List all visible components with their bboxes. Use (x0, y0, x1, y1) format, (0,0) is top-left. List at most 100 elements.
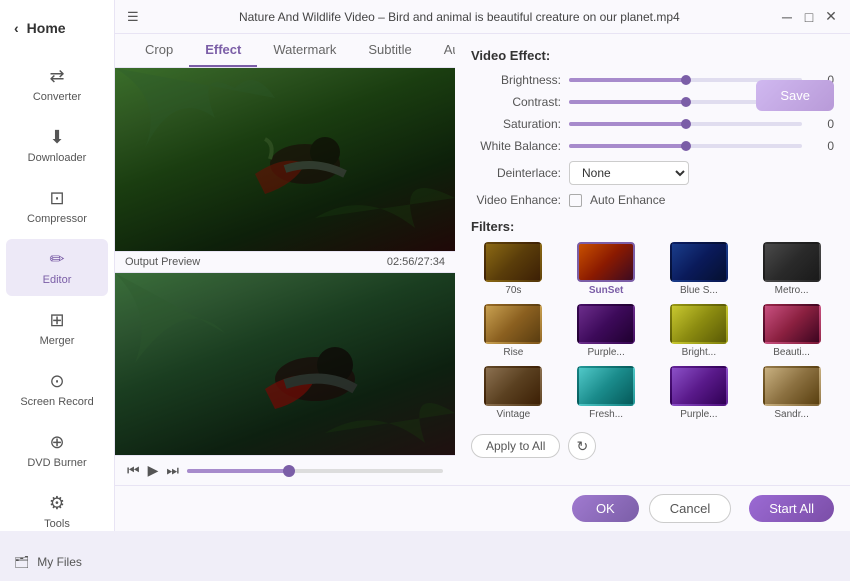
filter-sunset-thumb (577, 242, 635, 282)
minimize-button[interactable]: ─ (780, 10, 794, 24)
skip-back-button[interactable]: ⏮ (127, 462, 140, 479)
filter-beauti-label: Beauti... (773, 347, 810, 358)
video-enhance-label: Video Enhance: (471, 193, 561, 207)
hamburger-area: ☰ (127, 9, 139, 25)
editor-icon: ✏ (49, 249, 64, 270)
hamburger-icon[interactable]: ☰ (127, 9, 139, 25)
tab-effect[interactable]: Effect (189, 34, 257, 67)
tools-icon: ⚙ (49, 493, 65, 514)
cancel-button[interactable]: Cancel (649, 494, 731, 523)
dvd-burner-icon: ⊕ (49, 432, 64, 453)
deinterlace-select[interactable]: None Low Medium High (569, 161, 689, 185)
filter-bright[interactable]: Bright... (657, 304, 742, 358)
video-effect-label: Video Effect: (471, 48, 834, 63)
filter-70s[interactable]: 70s (471, 242, 556, 296)
white-balance-value: 0 (810, 139, 834, 153)
skip-forward-button[interactable]: ⏭ (166, 462, 179, 479)
sidebar-item-label: DVD Burner (27, 457, 86, 469)
progress-track[interactable] (187, 469, 443, 473)
filter-bright-label: Bright... (682, 347, 716, 358)
saturation-label: Saturation: (471, 117, 561, 131)
window-title: Nature And Wildlife Video – Bird and ani… (139, 10, 780, 24)
converter-icon: ⇄ (49, 66, 64, 87)
sidebar-item-label: Downloader (28, 152, 87, 164)
refresh-button[interactable]: ↻ (568, 432, 596, 460)
filter-vintage[interactable]: Vintage (471, 366, 556, 420)
tab-watermark[interactable]: Watermark (257, 34, 352, 67)
apply-to-all-button[interactable]: Apply to All (471, 434, 560, 458)
brightness-thumb[interactable] (681, 75, 691, 85)
sidebar-item-label: Editor (43, 274, 72, 286)
contrast-thumb[interactable] (681, 97, 691, 107)
transport-bar: ⏮ ▶ ⏭ (115, 455, 455, 485)
tab-subtitle[interactable]: Subtitle (352, 34, 427, 67)
filter-rise-label: Rise (503, 347, 523, 358)
output-preview-label: Output Preview (125, 256, 200, 268)
filter-fresh-thumb (577, 366, 635, 406)
contrast-label: Contrast: (471, 95, 561, 109)
sidebar-item-dvd-burner[interactable]: ⊕ DVD Burner (6, 422, 108, 479)
filter-bright-thumb (670, 304, 728, 344)
sidebar-item-label: Compressor (27, 213, 87, 225)
start-all-button[interactable]: Start All (749, 495, 834, 522)
save-area: Save (756, 80, 834, 111)
apply-row: Apply to All ↻ (471, 432, 834, 460)
filter-vintage-label: Vintage (497, 409, 531, 420)
screen-record-icon: ⊙ (49, 371, 64, 392)
sidebar-item-label: Tools (44, 518, 70, 530)
progress-thumb[interactable] (283, 465, 295, 477)
sidebar-item-merger[interactable]: ⊞ Merger (6, 300, 108, 357)
video-panels: Crop Effect Watermark Subtitle Audio Spe… (115, 34, 455, 485)
filter-purple2-label: Purple... (680, 409, 717, 420)
filter-sandr[interactable]: Sandr... (749, 366, 834, 420)
sidebar-item-editor[interactable]: ✏ Editor (6, 239, 108, 296)
filter-rise[interactable]: Rise (471, 304, 556, 358)
output-bar: Output Preview 02:56/27:34 (115, 251, 455, 273)
sidebar-item-converter[interactable]: ⇄ Converter (6, 56, 108, 113)
filter-beauti[interactable]: Beauti... (749, 304, 834, 358)
close-button[interactable]: ✕ (824, 10, 838, 24)
play-button[interactable]: ▶ (148, 462, 159, 479)
window-controls: ─ □ ✕ (780, 10, 838, 24)
maximize-button[interactable]: □ (802, 10, 816, 24)
white-balance-slider[interactable] (569, 144, 802, 148)
tab-crop[interactable]: Crop (129, 34, 189, 67)
contrast-fill (569, 100, 686, 104)
white-balance-label: White Balance: (471, 139, 561, 153)
home-label: Home (27, 20, 66, 36)
filter-purple2[interactable]: Purple... (657, 366, 742, 420)
filters-label: Filters: (471, 219, 834, 234)
filter-blues[interactable]: Blue S... (657, 242, 742, 296)
progress-fill (187, 469, 289, 473)
save-button[interactable]: Save (756, 80, 834, 111)
timecode: 02:56/27:34 (387, 256, 445, 268)
main-content: ☰ Nature And Wildlife Video – Bird and a… (115, 0, 850, 531)
filter-metro[interactable]: Metro... (749, 242, 834, 296)
sidebar-home[interactable]: ‹ Home (0, 10, 114, 46)
ok-button[interactable]: OK (572, 495, 639, 522)
my-files[interactable]: 🗂 My Files (0, 542, 114, 581)
saturation-slider[interactable] (569, 122, 802, 126)
filter-rise-thumb (484, 304, 542, 344)
sidebar-item-downloader[interactable]: ⬇ Downloader (6, 117, 108, 174)
filter-purple[interactable]: Purple... (564, 304, 649, 358)
filter-70s-label: 70s (505, 285, 521, 296)
sidebar-item-tools[interactable]: ⚙ Tools (6, 483, 108, 540)
filter-metro-thumb (763, 242, 821, 282)
my-files-label: My Files (37, 555, 82, 569)
filter-purple-label: Purple... (588, 347, 625, 358)
deinterlace-label: Deinterlace: (471, 166, 561, 180)
filter-fresh[interactable]: Fresh... (564, 366, 649, 420)
auto-enhance-checkbox[interactable] (569, 194, 582, 207)
saturation-value: 0 (810, 117, 834, 131)
white-balance-thumb[interactable] (681, 141, 691, 151)
saturation-thumb[interactable] (681, 119, 691, 129)
sidebar-item-compressor[interactable]: ⊡ Compressor (6, 178, 108, 235)
filter-sandr-label: Sandr... (774, 409, 808, 420)
filter-sunset[interactable]: SunSet (564, 242, 649, 296)
video-bottom (115, 273, 455, 456)
sidebar-item-screen-record[interactable]: ⊙ Screen Record (6, 361, 108, 418)
sidebar-item-label: Screen Record (20, 396, 93, 408)
brightness-fill (569, 78, 686, 82)
tab-bar: Crop Effect Watermark Subtitle Audio Spe… (115, 34, 455, 68)
